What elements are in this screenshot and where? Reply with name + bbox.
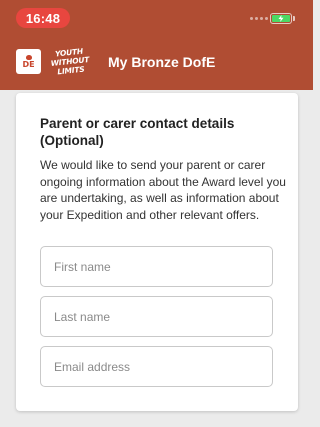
email-input[interactable] [40,346,273,387]
section-description: We would like to send your parent or car… [40,158,286,222]
first-name-input[interactable] [40,246,273,287]
battery-charging-icon [270,13,292,24]
page-title: My Bronze DofE [108,54,216,70]
signal-icon [250,17,268,21]
battery-cap [293,16,295,21]
nav-bar: DE YOUTH WITHOUT LIMITS My Bronze DofE [0,40,313,84]
dofe-logo: DE [16,49,41,74]
last-name-input[interactable] [40,296,273,337]
status-bar: 16:48 [0,0,313,34]
status-time[interactable]: 16:48 [16,8,70,28]
slogan-logo: YOUTH WITHOUT LIMITS [50,46,90,77]
contact-details-card: Parent or carer contact details (Optiona… [16,93,298,411]
app-header: 16:48 DE YOUTH WITHOUT LIMITS My Bronze … [0,0,313,90]
flame-icon [25,54,32,60]
section-title: Parent or carer contact details (Optiona… [40,116,235,148]
logo-text: DE [22,59,35,69]
